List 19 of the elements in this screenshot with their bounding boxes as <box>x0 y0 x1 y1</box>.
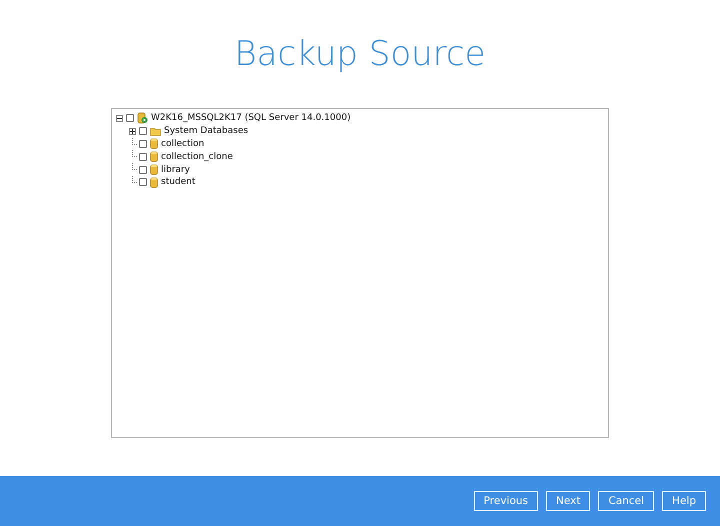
checkbox[interactable] <box>139 140 147 148</box>
checkbox[interactable] <box>139 166 147 174</box>
tree-item[interactable]: W2K16_MSSQL2K17 (SQL Server 14.0.1000) <box>151 113 351 124</box>
page-title: Backup Source <box>233 33 487 76</box>
tree-item[interactable]: student <box>161 177 196 188</box>
checkbox[interactable] <box>139 127 147 136</box>
database-icon <box>150 151 158 162</box>
collapse-toggle[interactable] <box>116 114 123 122</box>
expand-toggle[interactable] <box>129 128 136 135</box>
checkbox[interactable] <box>126 114 134 122</box>
database-icon <box>150 138 158 150</box>
tree-item[interactable]: library <box>161 164 190 175</box>
folder-icon <box>150 126 161 136</box>
tree-item[interactable]: collection_clone <box>161 152 233 162</box>
server-icon <box>137 112 148 124</box>
tree-item[interactable]: System Databases <box>164 126 248 136</box>
checkbox[interactable] <box>139 152 147 161</box>
tree-item[interactable]: collection <box>161 138 204 149</box>
checkbox[interactable] <box>139 178 147 186</box>
